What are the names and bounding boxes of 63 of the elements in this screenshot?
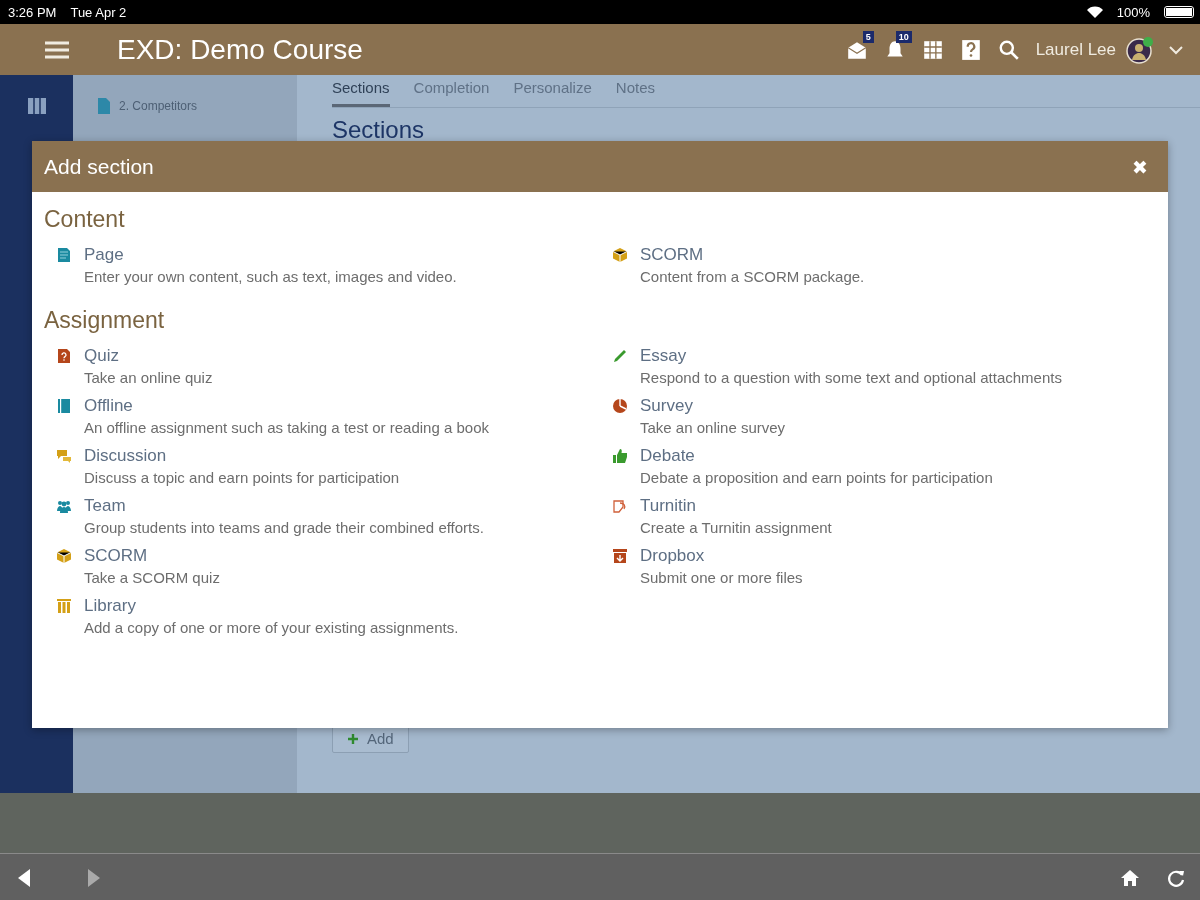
section-type-link[interactable]: SCORM (84, 546, 612, 566)
thumbs-up-icon (612, 448, 628, 464)
count-badge: 5 (862, 30, 874, 43)
group-heading: Content (44, 206, 126, 233)
cube-icon (56, 548, 72, 564)
library-icon (56, 598, 72, 614)
battery-icon (1164, 6, 1194, 18)
avatar-icon[interactable] (1126, 35, 1154, 64)
course-title: EXD: Demo Course (117, 33, 363, 66)
count-badge: 10 (895, 30, 912, 43)
section-type-description: Debate a proposition and earn points for participation (640, 469, 994, 486)
status-date: Tue Apr 2 (70, 4, 127, 20)
status-time: 3:26 PM (8, 4, 57, 20)
section-type-description: Content from a SCORM package. (640, 268, 866, 285)
search-icon[interactable] (997, 38, 1020, 61)
document-icon (56, 247, 72, 263)
section-type-link[interactable]: Turnitin (640, 496, 1156, 516)
section-type-link[interactable]: Essay (640, 346, 1156, 366)
section-type-description: Enter your own content, such as text, images and video. (84, 268, 458, 285)
section-type-description: Add a copy of one or more of your existing assignments. (84, 619, 460, 636)
speech-bubbles-icon (56, 448, 72, 464)
inbox-icon (612, 548, 628, 564)
pie-icon (612, 398, 628, 414)
panel-icon[interactable] (26, 97, 47, 115)
grid-icon[interactable] (921, 38, 944, 61)
turnitin-icon (612, 498, 628, 514)
section-type-link[interactable]: Page (84, 245, 612, 265)
section-type-link[interactable]: Dropbox (640, 546, 1156, 566)
section-type-link[interactable]: Debate (640, 446, 1156, 466)
section-type-link[interactable]: Discussion (84, 446, 612, 466)
battery-percent: 100% (1116, 4, 1150, 20)
section-type-description: Group students into teams and grade their combined efforts. (84, 519, 485, 536)
help-icon[interactable] (959, 38, 982, 61)
section-type-link[interactable]: SCORM (640, 245, 1156, 265)
section-type-description: Take an online survey (640, 419, 787, 436)
section-type-link[interactable]: Library (84, 596, 612, 616)
tab[interactable]: Sections (332, 77, 390, 107)
section-type-description: Take an online quiz (84, 369, 214, 386)
sidebar-item[interactable]: 2. Competitors (119, 99, 198, 113)
dialog-title: Add section (44, 154, 154, 179)
section-type-description: Take a SCORM quiz (84, 569, 221, 586)
cube-icon (612, 247, 628, 263)
pencil-icon (612, 348, 628, 364)
section-type-description: Respond to a question with some text and optional attachments (640, 369, 1063, 386)
page-heading: Sections (332, 116, 426, 144)
user-name[interactable]: Laurel Lee (1035, 39, 1116, 60)
section-type-link[interactable]: Offline (84, 396, 612, 416)
group-heading: Assignment (44, 307, 166, 334)
wifi-icon (1086, 6, 1103, 18)
section-type-description: Discuss a topic and earn points for participation (84, 469, 401, 486)
section-type-link[interactable]: Team (84, 496, 612, 516)
plus-icon (347, 732, 359, 745)
menu-icon[interactable] (44, 39, 70, 60)
close-button[interactable]: ✖ (1124, 155, 1156, 178)
people-icon (56, 498, 72, 514)
book-icon (56, 398, 72, 414)
question-document-icon (56, 348, 72, 364)
document-icon (97, 97, 111, 115)
section-type-link[interactable]: Quiz (84, 346, 612, 366)
section-type-description: An offline assignment such as taking a test or reading a book (84, 419, 490, 436)
section-type-description: Submit one or more files (640, 569, 804, 586)
section-type-link[interactable]: Survey (640, 396, 1156, 416)
section-type-description: Create a Turnitin assignment (640, 519, 833, 536)
